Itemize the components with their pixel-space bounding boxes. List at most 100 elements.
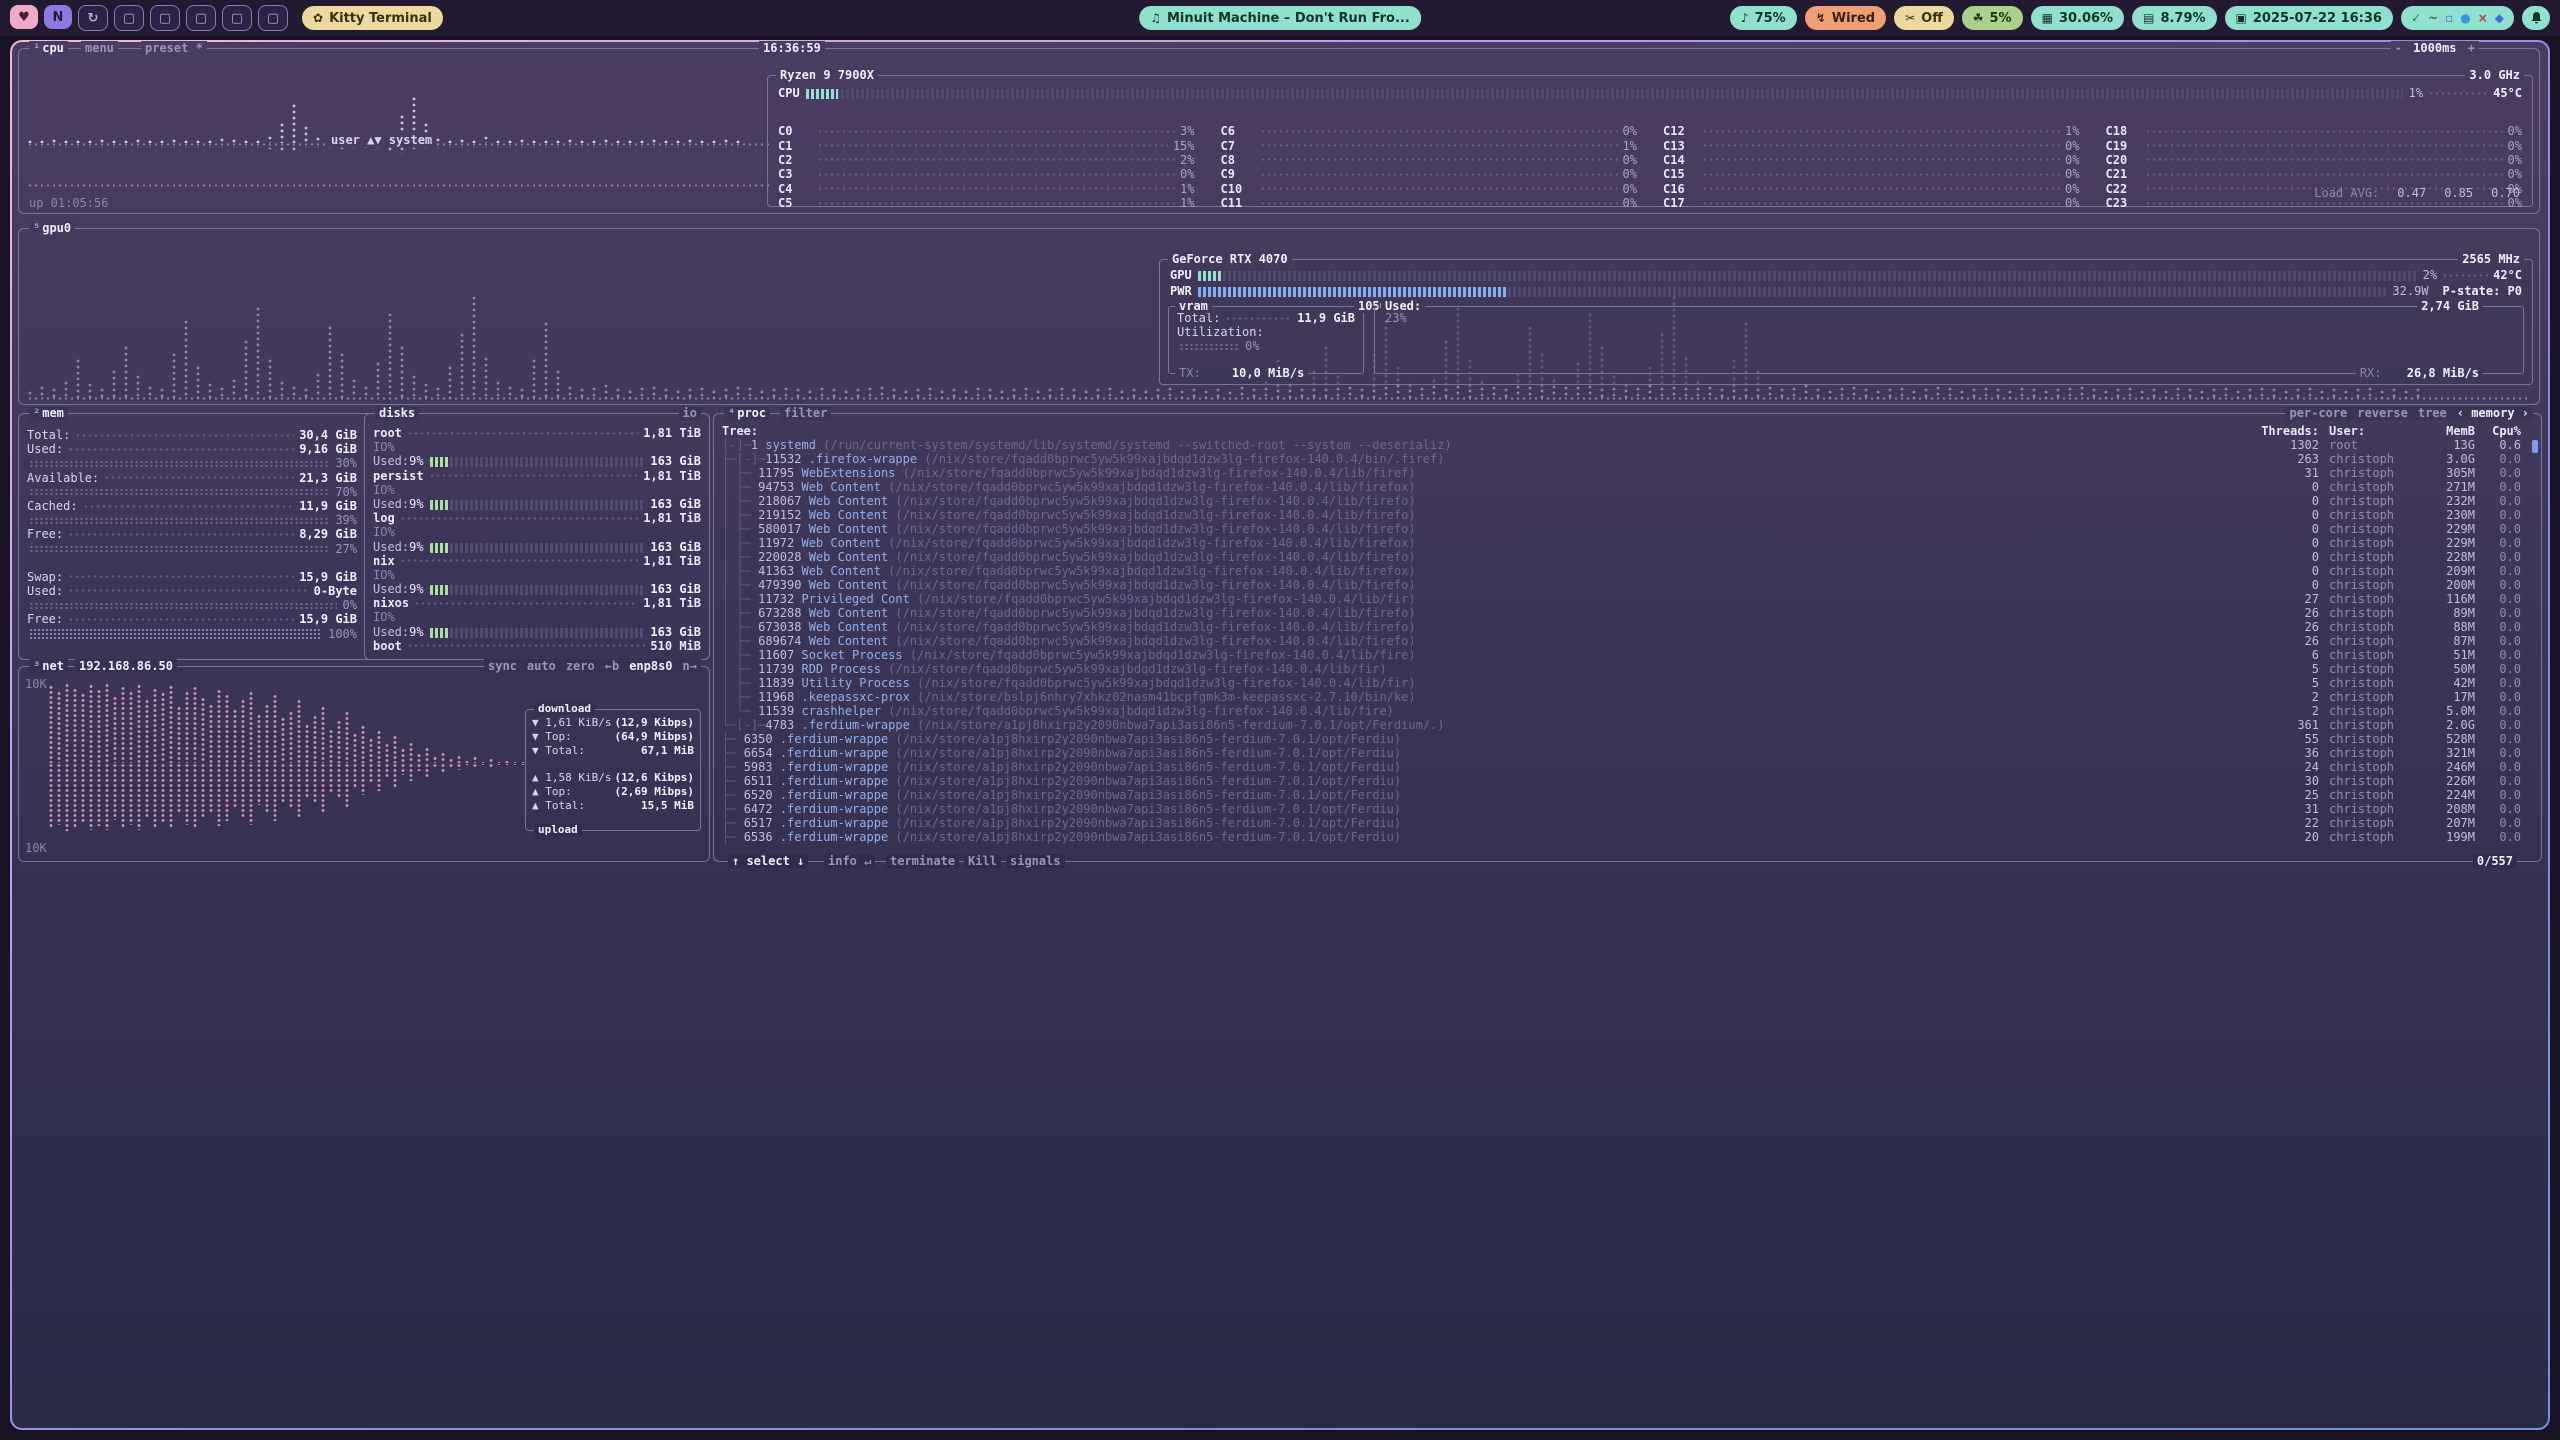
proc-filter-button[interactable]: filter xyxy=(784,406,827,420)
up-speed: ▲ 1,58 KiB/s xyxy=(532,771,611,785)
net-iface-next-button[interactable]: n→ xyxy=(683,659,697,673)
workspace-5[interactable]: ▢ xyxy=(150,5,180,31)
process-row-6472[interactable]: ├─ 6472 .ferdium-wrappe (/nix/store/a1pj… xyxy=(722,802,2533,816)
tray-icon-1[interactable]: ✓ xyxy=(2411,11,2421,25)
interval-increase-button[interactable]: + xyxy=(2468,41,2475,55)
process-row-5983[interactable]: ├─ 5983 .ferdium-wrappe (/nix/store/a1pj… xyxy=(722,760,2533,774)
net-box-title[interactable]: net xyxy=(42,659,64,673)
workspace-8[interactable]: ▢ xyxy=(258,5,288,31)
clock-pill[interactable]: ▣2025-07-22 16:36 xyxy=(2225,6,2393,30)
process-row-6511[interactable]: ├─ 6511 .ferdium-wrappe (/nix/store/a1pj… xyxy=(722,774,2533,788)
proc-header-tree[interactable]: Tree: xyxy=(722,424,2255,438)
proc-terminate-button[interactable]: terminate xyxy=(890,854,955,868)
process-row-11607[interactable]: │ ├─ 11607 Socket Process (/nix/store/fq… xyxy=(722,648,2533,662)
process-row-6520[interactable]: ├─ 6520 .ferdium-wrappe (/nix/store/a1pj… xyxy=(722,788,2533,802)
active-window-pill[interactable]: ✿ Kitty Terminal xyxy=(302,6,443,30)
menu-button[interactable]: menu xyxy=(81,41,118,55)
process-row-220028[interactable]: │ ├─ 220028 Web Content (/nix/store/fqad… xyxy=(722,550,2533,564)
process-row-689674[interactable]: │ ├─ 689674 Web Content (/nix/store/fqad… xyxy=(722,634,2533,648)
process-row-11539[interactable]: │ └─ 11539 crashhelper (/nix/store/fqadd… xyxy=(722,704,2533,718)
interval-decrease-button[interactable]: - xyxy=(2395,41,2402,55)
workspace-7[interactable]: ▢ xyxy=(222,5,252,31)
disk-boot: boot510 MiB xyxy=(373,639,701,653)
gpu-box-title[interactable]: gpu0 xyxy=(42,221,71,235)
proc-header-threads[interactable]: Threads: xyxy=(2255,424,2319,438)
proc-tree-toggle[interactable]: tree xyxy=(2418,406,2447,420)
process-row-11532[interactable]: ├─[-]─11532 .firefox-wrappe (/nix/store/… xyxy=(722,452,2533,466)
cpu-box-title[interactable]: cpu xyxy=(42,41,64,55)
down-total: 67,1 MiB xyxy=(641,744,694,758)
proc-header-cpu[interactable]: Cpu% xyxy=(2475,424,2521,438)
disk-usage-pill[interactable]: ▤8.79% xyxy=(2132,6,2216,30)
process-row-673038[interactable]: │ ├─ 673038 Web Content (/nix/store/fqad… xyxy=(722,620,2533,634)
process-row-11795[interactable]: │ ├─ 11795 WebExtensions (/nix/store/fqa… xyxy=(722,466,2533,480)
process-row-41363[interactable]: │ ├─ 41363 Web Content (/nix/store/fqadd… xyxy=(722,564,2533,578)
net-sync-toggle[interactable]: sync xyxy=(488,659,517,673)
music-player-pill[interactable]: ♫ Minuit Machine – Don't Run Fro... xyxy=(1139,6,1421,30)
proc-sort-selector[interactable]: ‹ memory › xyxy=(2457,406,2529,420)
process-row-11739[interactable]: │ ├─ 11739 RDD Process (/nix/store/fqadd… xyxy=(722,662,2533,676)
mem-stat-available: Available:21,3 GiB xyxy=(27,471,357,485)
process-row-6654[interactable]: ├─ 6654 .ferdium-wrappe (/nix/store/a1pj… xyxy=(722,746,2533,760)
proc-select-button[interactable]: ↑ select ↓ xyxy=(732,854,804,868)
memory-usage-pill[interactable]: ▦30.06% xyxy=(2031,6,2125,30)
process-row-11839[interactable]: │ ├─ 11839 Utility Process (/nix/store/f… xyxy=(722,676,2533,690)
disks-io-toggle[interactable]: io xyxy=(683,406,697,420)
proc-kill-button[interactable]: Kill xyxy=(968,854,997,868)
process-row-219152[interactable]: │ ├─ 219152 Web Content (/nix/store/fqad… xyxy=(722,508,2533,522)
process-row-479390[interactable]: │ ├─ 479390 Web Content (/nix/store/fqad… xyxy=(722,578,2533,592)
process-row-11972[interactable]: │ ├─ 11972 Web Content (/nix/store/fqadd… xyxy=(722,536,2533,550)
proc-signals-button[interactable]: signals xyxy=(1010,854,1061,868)
process-row-6517[interactable]: ├─ 6517 .ferdium-wrappe (/nix/store/a1pj… xyxy=(722,816,2533,830)
mem-box-title[interactable]: mem xyxy=(42,406,64,420)
gpu-power-meter xyxy=(1198,287,2387,297)
proc-box-number: ⁴ xyxy=(728,406,735,420)
mem-stats: Total:30,4 GiBUsed:9,16 GiB30%Available:… xyxy=(27,428,357,641)
process-row-580017[interactable]: │ ├─ 580017 Web Content (/nix/store/fqad… xyxy=(722,522,2533,536)
tray-icon-3[interactable]: ▫ xyxy=(2445,11,2453,25)
vram-total: 11,9 GiB xyxy=(1297,311,1355,325)
proc-box-title[interactable]: proc xyxy=(737,406,766,420)
net-auto-toggle[interactable]: auto xyxy=(527,659,556,673)
tray-icon-2[interactable]: ~ xyxy=(2428,11,2438,25)
tray-icon-6[interactable]: ◆ xyxy=(2495,11,2504,25)
idle-icon: ✂ xyxy=(1905,11,1915,25)
workspace-3[interactable]: ↻ xyxy=(78,5,108,31)
process-row-11968[interactable]: │ ├─ 11968 .keepassxc-prox (/nix/store/b… xyxy=(722,690,2533,704)
proc-scrollbar-thumb[interactable] xyxy=(2532,440,2538,453)
net-box: ³ net 192.168.86.50 sync auto zero ←b en… xyxy=(18,666,710,862)
music-note-icon: ♫ xyxy=(1150,11,1161,25)
notification-bell-button[interactable] xyxy=(2522,6,2550,30)
net-zero-toggle[interactable]: zero xyxy=(566,659,595,673)
process-row-6350[interactable]: ├─ 6350 .ferdium-wrappe (/nix/store/a1pj… xyxy=(722,732,2533,746)
down-speed-bits: (12,9 Kibps) xyxy=(615,716,694,730)
tray-icon-5[interactable]: × xyxy=(2478,11,2488,25)
process-row-6536[interactable]: ├─ 6536 .ferdium-wrappe (/nix/store/a1pj… xyxy=(722,830,2533,844)
proc-info-button[interactable]: info ↵ xyxy=(828,854,871,868)
process-row-4783[interactable]: └─[-]─4783 .ferdium-wrappe (/nix/store/a… xyxy=(722,718,2533,732)
net-iface-prev-button[interactable]: ←b xyxy=(605,659,619,673)
workspace-4[interactable]: ▢ xyxy=(114,5,144,31)
process-row-218067[interactable]: │ ├─ 218067 Web Content (/nix/store/fqad… xyxy=(722,494,2533,508)
volume-pill[interactable]: ♪75% xyxy=(1730,6,1797,30)
proc-reverse-toggle[interactable]: reverse xyxy=(2357,406,2408,420)
mem-stat-used: Used:0-Byte xyxy=(27,584,357,598)
idle-pill[interactable]: ✂Off xyxy=(1894,6,1954,30)
proc-header-user[interactable]: User: xyxy=(2319,424,2415,438)
up-speed-bits: (12,6 Kibps) xyxy=(615,771,694,785)
process-row-673288[interactable]: │ ├─ 673288 Web Content (/nix/store/fqad… xyxy=(722,606,2533,620)
cpu-core-0: C03% xyxy=(778,124,1195,138)
proc-per-core-toggle[interactable]: per-core xyxy=(2289,406,2347,420)
workspace-6[interactable]: ▢ xyxy=(186,5,216,31)
process-row-11732[interactable]: │ ├─ 11732 Privileged Cont (/nix/store/f… xyxy=(722,592,2533,606)
system-tray[interactable]: ✓ ~ ▫ ● × ◆ xyxy=(2401,6,2514,30)
tray-icon-4[interactable]: ● xyxy=(2460,11,2470,25)
workspace-1[interactable]: ♥ xyxy=(10,5,38,29)
proc-header-mem[interactable]: MemB xyxy=(2415,424,2475,438)
preset-button[interactable]: preset * xyxy=(141,41,207,55)
process-row-94753[interactable]: │ ├─ 94753 Web Content (/nix/store/fqadd… xyxy=(722,480,2533,494)
network-pill[interactable]: ↯Wired xyxy=(1805,6,1886,30)
process-row-1[interactable]: [-]─1 systemd (/run/current-system/syste… xyxy=(722,438,2533,452)
cpu-usage-pill[interactable]: ☘5% xyxy=(1962,6,2023,30)
workspace-2[interactable]: N xyxy=(44,5,72,29)
